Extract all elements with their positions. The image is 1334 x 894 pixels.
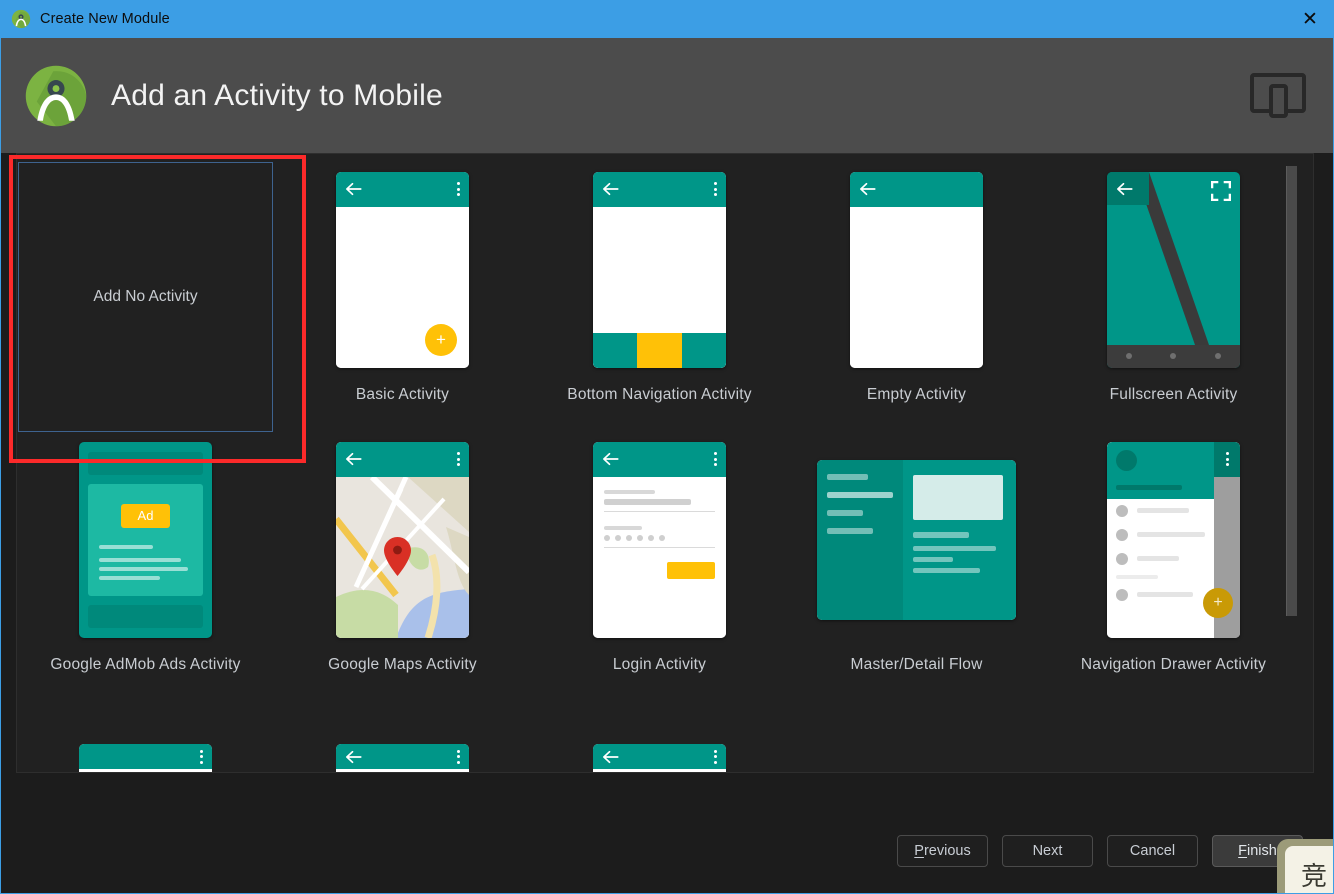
ime-floating-widget[interactable]: 竞 xyxy=(1277,839,1333,893)
template-tile-google-maps-activity[interactable]: Google Maps Activity xyxy=(274,432,531,702)
back-arrow-icon xyxy=(603,452,619,466)
overflow-menu-icon xyxy=(457,182,460,196)
tablet-and-phone-icon xyxy=(1250,72,1306,118)
google-maps-activity-thumb xyxy=(274,432,531,647)
template-label: Login Activity xyxy=(612,656,707,673)
template-tile-bottom-navigation-activity[interactable]: Bottom Navigation Activity xyxy=(531,162,788,432)
template-tile-partial[interactable] xyxy=(531,744,788,772)
template-label: Google AdMob Ads Activity xyxy=(50,656,241,673)
template-gallery[interactable]: Add No Activity + Basic Activity Bottom … xyxy=(16,153,1314,773)
template-tile-fullscreen-activity[interactable]: Fullscreen Activity xyxy=(1045,162,1302,432)
template-label: Empty Activity xyxy=(866,386,967,403)
basic-activity-thumb: + xyxy=(274,162,531,377)
back-arrow-icon xyxy=(860,182,876,196)
ime-glyph: 竞 xyxy=(1285,846,1333,893)
add-no-activity-box[interactable]: Add No Activity xyxy=(18,162,273,432)
detail-pane xyxy=(902,459,1016,620)
avatar xyxy=(1116,449,1137,471)
navigation-drawer-activity-thumb: + xyxy=(1045,432,1302,647)
master-pane xyxy=(817,459,903,620)
fullscreen-expand-icon xyxy=(1211,180,1231,201)
bottom-navigation-activity-thumb xyxy=(531,162,788,377)
map-illustration xyxy=(336,476,469,638)
fab-icon: + xyxy=(1203,587,1233,618)
ad-badge: Ad xyxy=(121,503,170,528)
dialog-footer: Previous Next Cancel Finish xyxy=(1,773,1333,893)
template-label: Bottom Navigation Activity xyxy=(567,386,752,403)
add-no-activity-label: Add No Activity xyxy=(93,288,198,305)
finish-button-label: inish xyxy=(1247,843,1277,859)
overflow-menu-icon xyxy=(1225,452,1229,466)
cancel-button[interactable]: Cancel xyxy=(1107,835,1198,867)
master-detail-flow-thumb xyxy=(788,432,1045,647)
fab-icon: + xyxy=(425,323,457,356)
next-button-label: Next xyxy=(1032,843,1063,859)
template-grid-row-partial xyxy=(17,744,1302,772)
previous-button-mnemonic: P xyxy=(914,843,924,859)
template-tile-partial[interactable] xyxy=(274,744,531,772)
login-activity-thumb xyxy=(531,432,788,647)
template-tile-partial xyxy=(788,744,1045,772)
template-gallery-area: Add No Activity + Basic Activity Bottom … xyxy=(1,153,1333,773)
gallery-scrollbar[interactable] xyxy=(1286,154,1297,772)
create-new-module-dialog: Create New Module ✕ Add an Activity to M… xyxy=(0,0,1334,894)
template-tile-empty-activity[interactable]: Empty Activity xyxy=(788,162,1045,432)
template-label: Google Maps Activity xyxy=(328,656,477,673)
navigation-drawer-panel xyxy=(1107,441,1214,638)
next-button[interactable]: Next xyxy=(1002,835,1093,867)
page-title: Add an Activity to Mobile xyxy=(111,78,443,112)
back-arrow-icon xyxy=(346,750,362,763)
close-icon[interactable]: ✕ xyxy=(1287,0,1333,38)
bottom-navigation-bar xyxy=(593,332,726,368)
cancel-button-label: Cancel xyxy=(1129,843,1176,859)
overflow-menu-icon xyxy=(714,182,717,196)
window-title: Create New Module xyxy=(40,11,170,27)
template-label: Basic Activity xyxy=(355,386,450,403)
login-submit-button-shape xyxy=(667,561,715,579)
previous-button[interactable]: Previous xyxy=(897,835,988,867)
android-studio-icon xyxy=(11,9,31,29)
back-arrow-icon xyxy=(603,182,619,196)
template-tile-navigation-drawer-activity[interactable]: + Navigation Drawer Activity xyxy=(1045,432,1302,702)
password-dots xyxy=(604,534,715,541)
template-tile-login-activity[interactable]: Login Activity xyxy=(531,432,788,702)
empty-activity-thumb xyxy=(788,162,1045,377)
overflow-menu-icon xyxy=(714,749,717,764)
template-tile-master-detail-flow[interactable]: Master/Detail Flow xyxy=(788,432,1045,702)
template-tile-partial[interactable] xyxy=(17,744,274,772)
template-tile-google-admob-ads-activity[interactable]: Ad Google AdMob Ads Activity xyxy=(17,432,274,702)
system-nav-bar xyxy=(1107,344,1240,368)
overflow-menu-icon xyxy=(457,452,460,466)
back-arrow-icon xyxy=(603,750,619,763)
template-label: Master/Detail Flow xyxy=(850,656,983,673)
dialog-header: Add an Activity to Mobile xyxy=(1,38,1333,153)
template-tile-add-no-activity[interactable]: Add No Activity xyxy=(17,162,274,432)
gallery-scrollbar-thumb[interactable] xyxy=(1286,166,1297,616)
back-arrow-icon xyxy=(1117,182,1133,195)
template-grid: Add No Activity + Basic Activity Bottom … xyxy=(17,154,1302,702)
previous-button-label: revious xyxy=(923,843,971,859)
google-admob-ads-activity-thumb: Ad xyxy=(17,432,274,647)
fullscreen-activity-thumb xyxy=(1045,162,1302,377)
template-label: Fullscreen Activity xyxy=(1109,386,1238,403)
titlebar: Create New Module ✕ xyxy=(1,0,1333,38)
template-label: Navigation Drawer Activity xyxy=(1080,656,1267,673)
back-arrow-icon xyxy=(346,452,362,466)
back-arrow-icon xyxy=(346,182,362,196)
template-tile-partial xyxy=(1045,744,1302,772)
overflow-menu-icon xyxy=(714,452,717,466)
finish-button-mnemonic: F xyxy=(1238,843,1248,859)
android-studio-logo xyxy=(25,65,87,126)
overflow-menu-icon xyxy=(457,749,460,764)
template-tile-basic-activity[interactable]: + Basic Activity xyxy=(274,162,531,432)
overflow-menu-icon xyxy=(200,749,203,764)
